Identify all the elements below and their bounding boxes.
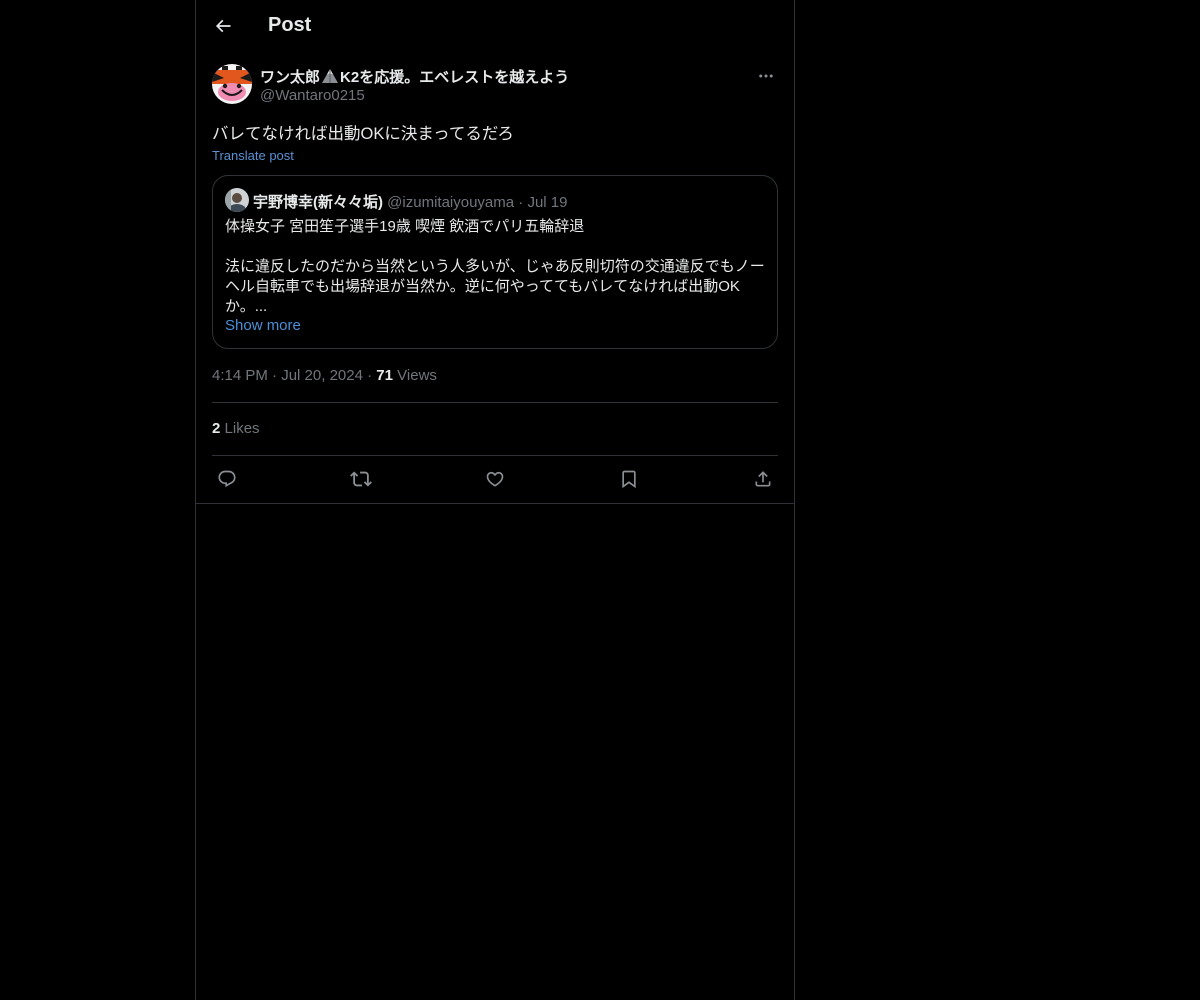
meta-separator: · [367, 367, 373, 384]
post-text: バレてなければ出動OKに決まってるだろ [212, 125, 514, 143]
more-horizontal-icon [759, 74, 773, 78]
divider [212, 455, 778, 456]
author-name-suffix: K2を応援。エベレストを越えよう [340, 69, 570, 86]
share-icon [755, 471, 771, 487]
avatar-image [212, 64, 252, 104]
bookmark-icon [622, 470, 636, 489]
main-column: Post ワン太郎 K2を応援。エベレストを越えよう @Wantaro0215 [195, 0, 795, 1000]
more-button[interactable] [754, 64, 778, 88]
back-button[interactable] [206, 9, 240, 43]
likes-count: 2 [212, 420, 221, 437]
share-button[interactable] [748, 467, 778, 491]
author-name[interactable]: ワン太郎 K2を応援。エベレストを越えよう [260, 66, 569, 88]
heart-icon [486, 471, 504, 487]
divider [212, 402, 778, 403]
quote-body: 体操女子 宮田笙子選手19歳 喫煙 飲酒でパリ五輪辞退 法に違反したのだから当然… [225, 217, 765, 317]
reply-button[interactable] [212, 467, 242, 491]
post-date[interactable]: Jul 20, 2024 [281, 367, 363, 384]
quote-date: Jul 19 [527, 194, 568, 211]
author-handle[interactable]: @Wantaro0215 [260, 87, 365, 104]
repost-icon [350, 471, 372, 487]
views-label: Views [397, 367, 437, 384]
quote-avatar [225, 188, 249, 212]
show-more-link[interactable]: Show more [225, 317, 301, 334]
avatar[interactable] [212, 64, 252, 104]
quoted-post[interactable]: 宇野博幸(新々々垢) @izumitaiyouyama · Jul 19 体操女… [212, 175, 778, 349]
quote-line-1: 体操女子 宮田笙子選手19歳 喫煙 飲酒でパリ五輪辞退 [225, 218, 585, 235]
quote-header: 宇野博幸(新々々垢) @izumitaiyouyama · Jul 19 [253, 191, 567, 212]
reply-icon [218, 470, 236, 488]
page-title: Post [268, 14, 312, 36]
views-count: 71 [376, 367, 393, 384]
mountain-icon [321, 68, 339, 88]
divider [196, 503, 794, 504]
meta-separator: · [272, 367, 278, 384]
quote-separator: · [518, 194, 524, 211]
arrow-left-icon [215, 19, 231, 33]
likes-stat[interactable]: 2 Likes [212, 420, 260, 437]
quote-author-handle: @izumitaiyouyama [387, 194, 515, 211]
post-meta: 4:14 PM · Jul 20, 2024 · 71 Views [212, 367, 437, 384]
quote-author-name: 宇野博幸(新々々垢) [253, 194, 383, 211]
quote-line-2: 法に違反したのだから当然という人多いが、じゃあ反則切符の交通違反でもノーヘル自転… [225, 258, 765, 315]
page-header: Post [196, 0, 794, 54]
likes-label: Likes [224, 420, 260, 437]
author-name-prefix: ワン太郎 [260, 69, 321, 86]
translate-post-link[interactable]: Translate post [212, 148, 294, 163]
action-bar [212, 467, 778, 491]
bookmark-button[interactable] [614, 467, 644, 491]
like-button[interactable] [480, 467, 510, 491]
post-time[interactable]: 4:14 PM [212, 367, 268, 384]
repost-button[interactable] [346, 467, 376, 491]
